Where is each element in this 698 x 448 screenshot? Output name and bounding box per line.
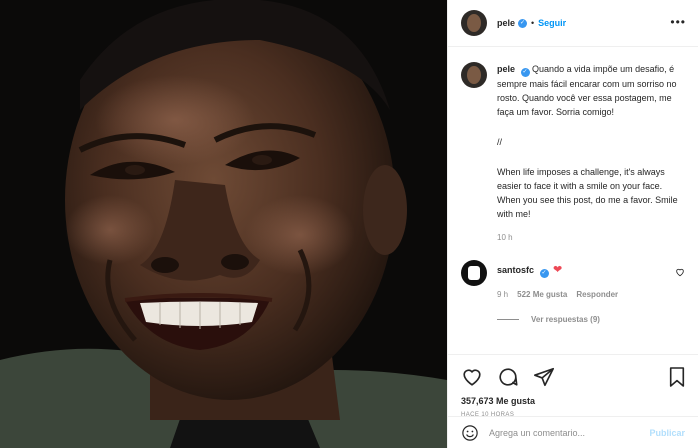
post-actions: 357,673 Me gusta HACE 10 HORAS Publicar bbox=[448, 354, 698, 448]
caption-text: pele ✓ Quando a vida impõe um desafio, é… bbox=[497, 62, 678, 221]
caption-avatar[interactable] bbox=[461, 62, 487, 88]
portrait-image bbox=[0, 0, 447, 448]
action-icons bbox=[448, 355, 698, 399]
comments-section[interactable]: pele ✓ Quando a vida impõe um desafio, é… bbox=[448, 48, 698, 353]
add-comment-bar: Publicar bbox=[448, 416, 698, 448]
comment-item: santosfc ✓ ❤ bbox=[461, 260, 685, 286]
share-icon[interactable] bbox=[533, 366, 555, 388]
comment-body: santosfc ✓ ❤ bbox=[497, 260, 562, 278]
commenter-avatar[interactable] bbox=[461, 260, 487, 286]
heart-icon[interactable] bbox=[461, 366, 483, 388]
publish-button[interactable]: Publicar bbox=[649, 428, 685, 438]
comment-icon[interactable] bbox=[497, 366, 519, 388]
post-header: pele ✓ • Seguir ••• bbox=[448, 0, 698, 47]
post-photo[interactable] bbox=[0, 0, 447, 448]
follow-button[interactable]: Seguir bbox=[538, 18, 566, 28]
caption-verified-icon: ✓ bbox=[520, 68, 530, 77]
view-replies-button[interactable]: Ver respuestas (9) bbox=[497, 315, 685, 324]
comment-input[interactable] bbox=[489, 427, 650, 438]
caption-time[interactable]: 10 h bbox=[497, 233, 685, 242]
more-options-icon[interactable]: ••• bbox=[670, 16, 686, 28]
red-heart-emoji: ❤ bbox=[553, 264, 563, 276]
caption-text-en: When life imposes a challenge, it's alwa… bbox=[497, 167, 678, 219]
caption-row: pele ✓ Quando a vida impõe um desafio, é… bbox=[461, 62, 685, 221]
verified-badge-icon: ✓ bbox=[518, 18, 528, 28]
caption-username[interactable]: pele bbox=[497, 64, 515, 74]
commenter-verified-icon: ✓ bbox=[539, 269, 549, 278]
comment-meta: 9 h 522 Me gusta Responder bbox=[497, 290, 685, 299]
caption-divider: // bbox=[497, 137, 503, 147]
reply-button[interactable]: Responder bbox=[576, 290, 618, 299]
author-username[interactable]: pele bbox=[497, 18, 515, 28]
post-panel: pele ✓ • Seguir ••• pele ✓ Quando a vida… bbox=[447, 0, 698, 448]
author-avatar[interactable] bbox=[461, 10, 487, 36]
commenter-username[interactable]: santosfc bbox=[497, 265, 534, 275]
bookmark-icon[interactable] bbox=[668, 366, 686, 388]
separator-dot: • bbox=[531, 18, 535, 28]
comment-like-heart-icon[interactable] bbox=[675, 267, 685, 277]
emoji-icon[interactable] bbox=[461, 424, 479, 442]
view-replies-label: Ver respuestas (9) bbox=[531, 315, 600, 324]
comment-likes[interactable]: 522 Me gusta bbox=[517, 290, 567, 299]
comment-time[interactable]: 9 h bbox=[497, 290, 508, 299]
replies-line bbox=[497, 319, 519, 320]
